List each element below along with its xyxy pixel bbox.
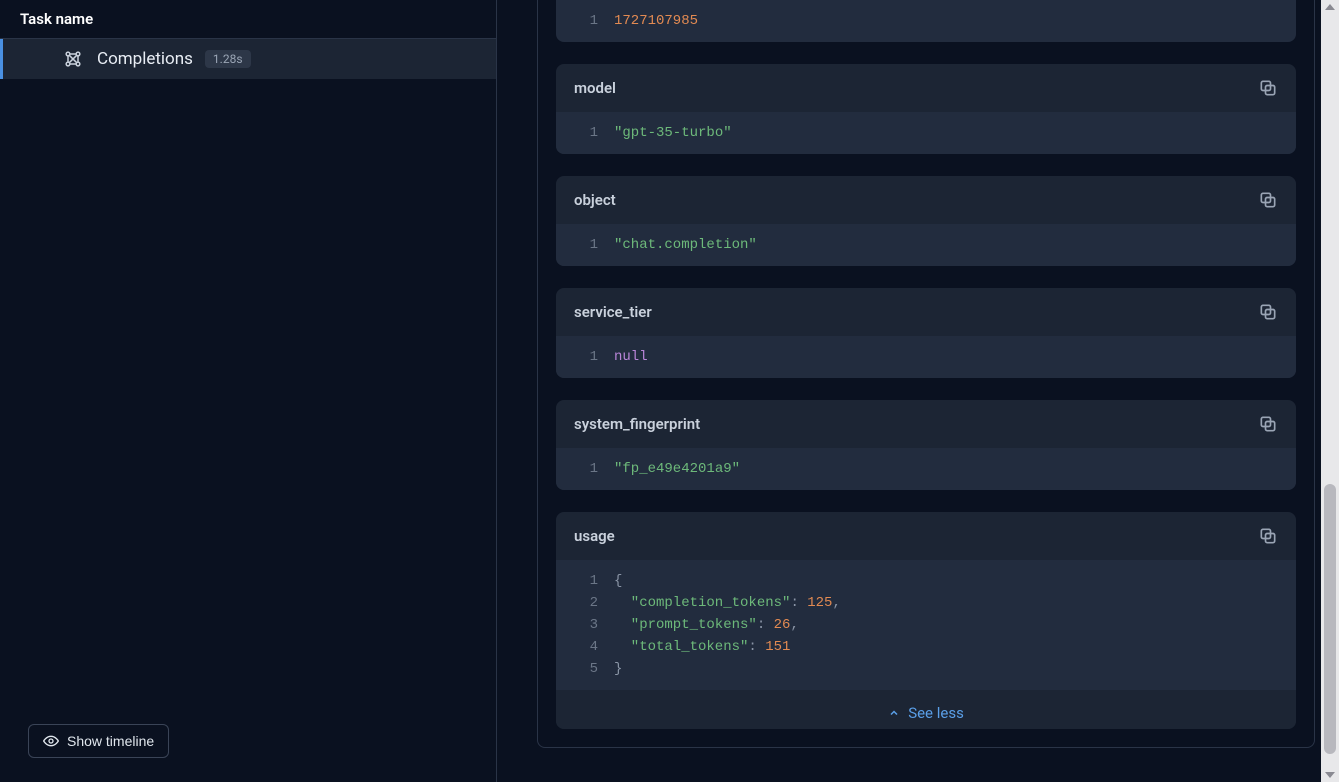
vertical-scrollbar[interactable] xyxy=(1321,0,1339,782)
brace: } xyxy=(614,658,622,680)
code-card-model: model 1 "gpt-35-turbo" xyxy=(556,64,1296,154)
sidebar: Task name Completions 1.28s xyxy=(0,0,497,782)
scroll-down-arrow-icon[interactable] xyxy=(1325,772,1335,778)
brace: { xyxy=(614,570,622,592)
sidebar-footer: Show timeline xyxy=(0,708,496,782)
json-val: 151 xyxy=(765,639,790,655)
card-title: model xyxy=(574,79,616,97)
line-number: 2 xyxy=(574,592,598,614)
copy-button[interactable] xyxy=(1258,526,1278,546)
code-body: 1 "gpt-35-turbo" xyxy=(556,112,1296,154)
task-label: Completions xyxy=(97,49,193,69)
scroll-up-arrow-icon[interactable] xyxy=(1325,4,1335,10)
line-number: 1 xyxy=(574,458,598,480)
code-value: "fp_e49e4201a9" xyxy=(614,458,740,480)
code-card-object: object 1 "chat.completion" xyxy=(556,176,1296,266)
code-line: 1 null xyxy=(574,346,1278,368)
card-title: service_tier xyxy=(574,303,652,321)
card-title: object xyxy=(574,191,616,209)
see-less-label: See less xyxy=(908,704,964,722)
code-line: 5 } xyxy=(574,658,1278,680)
code-body: 1 { 2 "completion_tokens": 125, 3 "promp… xyxy=(556,560,1296,690)
line-number: 4 xyxy=(574,636,598,658)
show-timeline-button[interactable]: Show timeline xyxy=(28,724,169,758)
chevron-up-icon xyxy=(888,707,900,719)
task-item-completions[interactable]: Completions 1.28s xyxy=(0,39,496,79)
copy-button[interactable] xyxy=(1258,78,1278,98)
line-number: 1 xyxy=(574,122,598,144)
code-value: null xyxy=(614,346,648,368)
line-number: 3 xyxy=(574,614,598,636)
see-less-link[interactable]: See less xyxy=(888,704,964,722)
code-line: 1 "fp_e49e4201a9" xyxy=(574,458,1278,480)
code-card-service-tier: service_tier 1 null xyxy=(556,288,1296,378)
scrollbar-thumb[interactable] xyxy=(1324,484,1336,754)
completions-icon xyxy=(63,49,83,69)
card-header: model xyxy=(556,64,1296,112)
code-card-system-fingerprint: system_fingerprint 1 "fp_e49e4201a9" xyxy=(556,400,1296,490)
code-line: 1 { xyxy=(574,570,1278,592)
code-card-usage: usage 1 { 2 "completion_tokens": 125, 3 … xyxy=(556,512,1296,729)
json-key: "completion_tokens" xyxy=(631,595,791,611)
see-less-row: See less xyxy=(556,690,1296,729)
line-number: 5 xyxy=(574,658,598,680)
card-title: usage xyxy=(574,527,615,545)
line-number: 1 xyxy=(574,234,598,256)
code-line: 3 "prompt_tokens": 26, xyxy=(574,614,1278,636)
task-timing-badge: 1.28s xyxy=(205,50,251,68)
code-body: 1 1727107985 xyxy=(556,0,1296,42)
line-number: 1 xyxy=(574,346,598,368)
code-line: 4 "total_tokens": 151 xyxy=(574,636,1278,658)
task-list: Completions 1.28s xyxy=(0,39,496,708)
code-value: "chat.completion" xyxy=(614,234,757,256)
code-line: 2 "completion_tokens": 125, xyxy=(574,592,1278,614)
json-val: 125 xyxy=(807,595,832,611)
code-value: 1727107985 xyxy=(614,10,698,32)
code-body: 1 null xyxy=(556,336,1296,378)
copy-button[interactable] xyxy=(1258,414,1278,434)
line-number: 1 xyxy=(574,570,598,592)
card-header: system_fingerprint xyxy=(556,400,1296,448)
sidebar-header: Task name xyxy=(0,0,496,39)
code-body: 1 "chat.completion" xyxy=(556,224,1296,266)
card-header: service_tier xyxy=(556,288,1296,336)
code-card-created: 1 1727107985 xyxy=(556,0,1296,42)
copy-button[interactable] xyxy=(1258,190,1278,210)
content-area: 1 1727107985 model 1 "gpt-35-turbo" xyxy=(537,0,1315,748)
code-body: 1 "fp_e49e4201a9" xyxy=(556,448,1296,490)
copy-button[interactable] xyxy=(1258,302,1278,322)
card-header: object xyxy=(556,176,1296,224)
main-panel: 1 1727107985 model 1 "gpt-35-turbo" xyxy=(497,0,1339,782)
code-line: 1 1727107985 xyxy=(574,10,1278,32)
line-number: 1 xyxy=(574,10,598,32)
eye-icon xyxy=(43,733,59,749)
json-key: "total_tokens" xyxy=(631,639,749,655)
code-line: 1 "gpt-35-turbo" xyxy=(574,122,1278,144)
card-header: usage xyxy=(556,512,1296,560)
code-value: "gpt-35-turbo" xyxy=(614,122,732,144)
json-val: 26 xyxy=(774,617,791,633)
code-line: 1 "chat.completion" xyxy=(574,234,1278,256)
show-timeline-label: Show timeline xyxy=(67,733,154,749)
card-title: system_fingerprint xyxy=(574,415,700,433)
json-key: "prompt_tokens" xyxy=(631,617,757,633)
